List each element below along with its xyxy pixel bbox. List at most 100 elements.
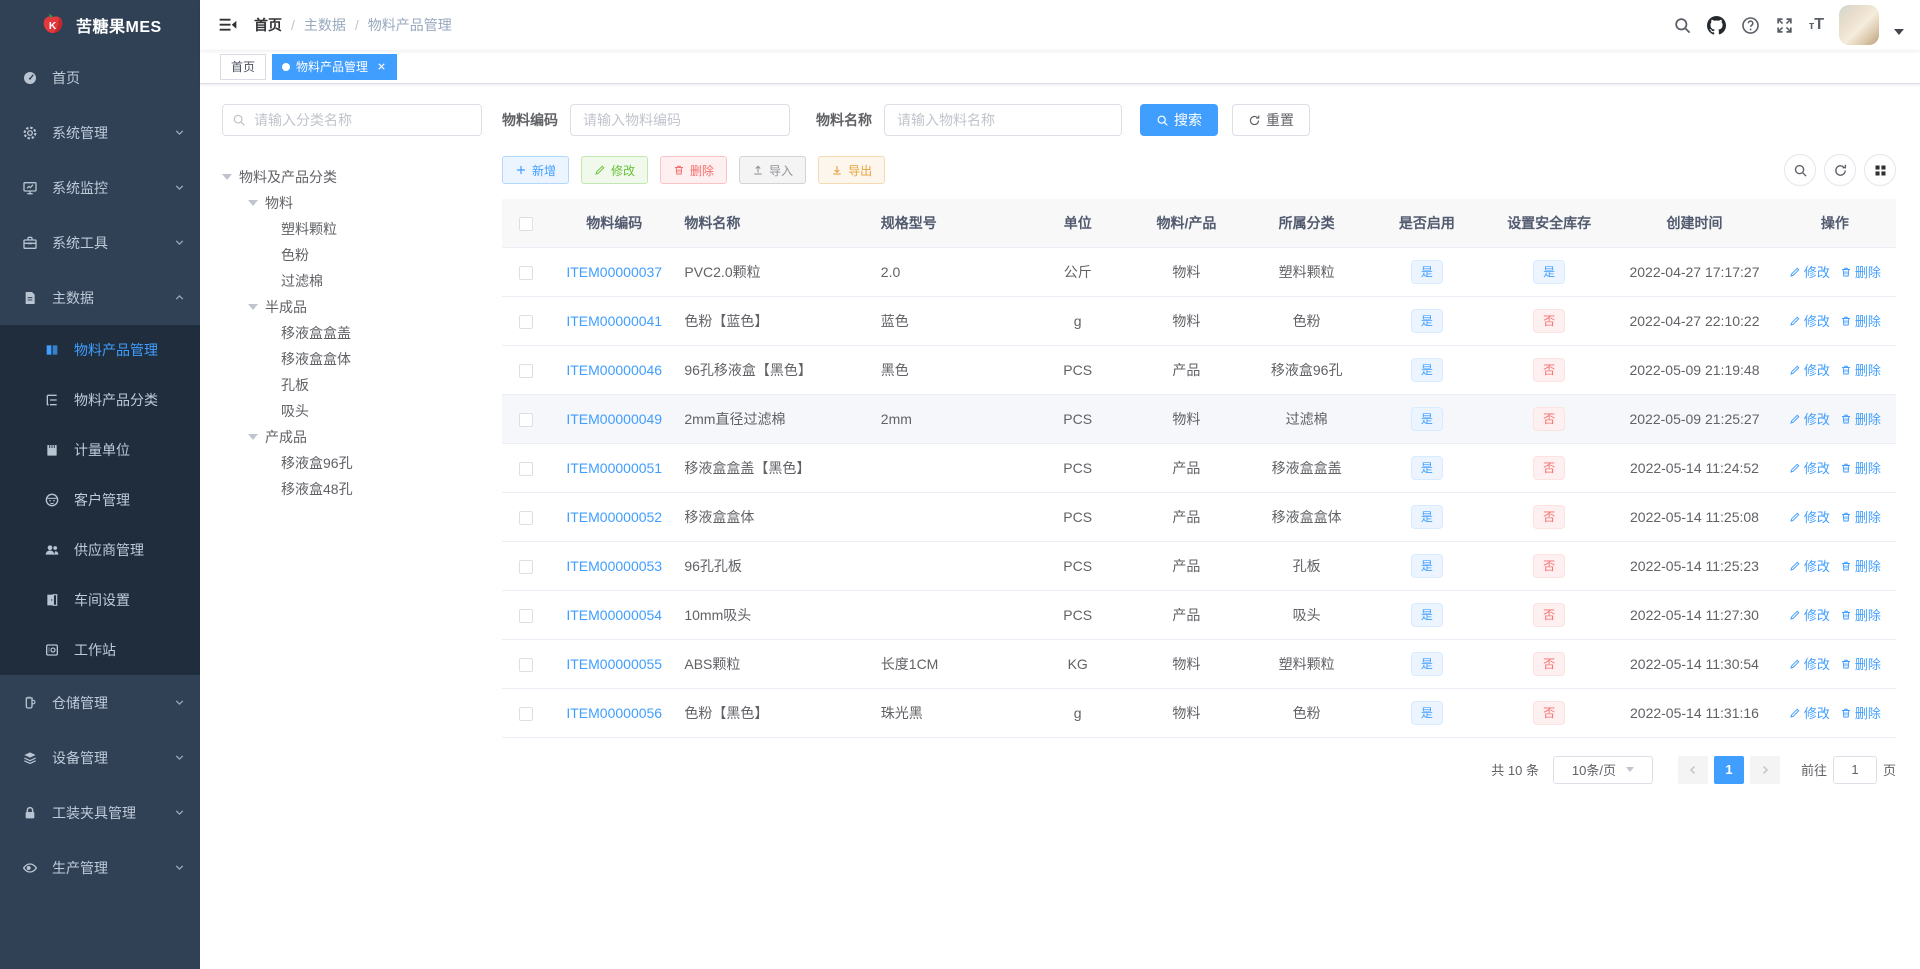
row-edit-link[interactable]: 修改 — [1789, 556, 1830, 575]
user-menu-caret-icon[interactable] — [1894, 29, 1904, 35]
tree-node-leaf[interactable]: 移液盒96孔 — [222, 450, 482, 476]
row-edit-link[interactable]: 修改 — [1789, 654, 1830, 673]
tree-node-leaf[interactable]: 孔板 — [222, 372, 482, 398]
search-button[interactable]: 搜索 — [1140, 104, 1218, 136]
sidebar-item-fixture-management[interactable]: 工装夹具管理 — [0, 785, 200, 840]
add-button[interactable]: 新增 — [502, 156, 570, 184]
row-delete-link[interactable]: 删除 — [1840, 360, 1881, 379]
refresh-table-button[interactable] — [1824, 154, 1856, 186]
row-delete-link[interactable]: 删除 — [1840, 458, 1881, 477]
row-edit-link[interactable]: 修改 — [1789, 311, 1830, 330]
tree-expand-caret-icon[interactable] — [248, 200, 258, 206]
tree-node-group[interactable]: 物料 — [222, 190, 482, 216]
row-checkbox[interactable] — [519, 412, 534, 427]
row-edit-link[interactable]: 修改 — [1789, 262, 1830, 281]
select-all-checkbox[interactable] — [519, 216, 534, 231]
material-code-link[interactable]: ITEM00000053 — [566, 558, 662, 574]
tree-node-group[interactable]: 半成品 — [222, 294, 482, 320]
row-checkbox[interactable] — [519, 363, 534, 378]
row-delete-link[interactable]: 删除 — [1840, 654, 1881, 673]
sidebar-item-customer-management[interactable]: 客户管理 — [0, 475, 200, 525]
sidebar-item-home[interactable]: 首页 — [0, 50, 200, 105]
row-delete-link[interactable]: 删除 — [1840, 703, 1881, 722]
row-delete-link[interactable]: 删除 — [1840, 409, 1881, 428]
material-code-link[interactable]: ITEM00000052 — [566, 509, 662, 525]
row-checkbox[interactable] — [519, 706, 534, 721]
material-code-link[interactable]: ITEM00000054 — [566, 607, 662, 623]
material-code-input[interactable] — [570, 104, 790, 136]
sidebar-item-material-product-management[interactable]: 物料产品管理 — [0, 325, 200, 375]
goto-page-input[interactable] — [1832, 755, 1877, 784]
help-icon[interactable] — [1741, 16, 1760, 35]
tree-node-leaf[interactable]: 吸头 — [222, 398, 482, 424]
tree-node-leaf[interactable]: 过滤棉 — [222, 268, 482, 294]
row-delete-link[interactable]: 删除 — [1840, 556, 1881, 575]
reset-button[interactable]: 重置 — [1232, 104, 1310, 136]
material-code-link[interactable]: ITEM00000037 — [566, 264, 662, 280]
row-edit-link[interactable]: 修改 — [1789, 507, 1830, 526]
hamburger-icon[interactable] — [218, 15, 238, 35]
row-checkbox[interactable] — [519, 510, 534, 525]
tree-node-leaf[interactable]: 移液盒48孔 — [222, 476, 482, 502]
font-size-icon[interactable]: тT — [1809, 17, 1824, 33]
material-code-link[interactable]: ITEM00000056 — [566, 705, 662, 721]
row-checkbox[interactable] — [519, 657, 534, 672]
row-delete-link[interactable]: 删除 — [1840, 262, 1881, 281]
sidebar-item-supplier-management[interactable]: 供应商管理 — [0, 525, 200, 575]
edit-button[interactable]: 修改 — [581, 156, 649, 184]
user-avatar[interactable] — [1839, 5, 1879, 45]
tag-home[interactable]: 首页 — [220, 53, 267, 80]
row-edit-link[interactable]: 修改 — [1789, 703, 1830, 722]
fullscreen-icon[interactable] — [1775, 16, 1794, 35]
tag-close-icon[interactable] — [376, 61, 387, 72]
sidebar-item-equipment-management[interactable]: 设备管理 — [0, 730, 200, 785]
material-code-link[interactable]: ITEM00000055 — [566, 656, 662, 672]
sidebar-item-material-product-category[interactable]: 物料产品分类 — [0, 375, 200, 425]
material-code-link[interactable]: ITEM00000046 — [566, 362, 662, 378]
column-settings-button[interactable] — [1864, 154, 1896, 186]
row-delete-link[interactable]: 删除 — [1840, 507, 1881, 526]
tree-expand-caret-icon[interactable] — [222, 174, 232, 180]
tree-node-leaf[interactable]: 移液盒盒盖 — [222, 320, 482, 346]
sidebar-item-production-management[interactable]: 生产管理 — [0, 840, 200, 895]
sidebar-item-warehouse-management[interactable]: 仓储管理 — [0, 675, 200, 730]
breadcrumb-master-data[interactable]: 主数据 — [304, 15, 346, 35]
import-button[interactable]: 导入 — [739, 156, 807, 184]
tree-node-root[interactable]: 物料及产品分类 — [222, 164, 482, 190]
tree-expand-caret-icon[interactable] — [248, 434, 258, 440]
row-checkbox[interactable] — [519, 461, 534, 476]
delete-button[interactable]: 删除 — [660, 156, 728, 184]
row-edit-link[interactable]: 修改 — [1789, 409, 1830, 428]
row-delete-link[interactable]: 删除 — [1840, 311, 1881, 330]
tag-material-product-management[interactable]: 物料产品管理 — [272, 53, 398, 80]
next-page-button[interactable] — [1749, 755, 1780, 784]
page-size-select[interactable]: 10条/页 — [1552, 755, 1653, 784]
row-checkbox[interactable] — [519, 265, 534, 280]
row-checkbox[interactable] — [519, 314, 534, 329]
sidebar-item-measure-unit[interactable]: 计量单位 — [0, 425, 200, 475]
material-code-link[interactable]: ITEM00000041 — [566, 313, 662, 329]
tree-node-leaf[interactable]: 色粉 — [222, 242, 482, 268]
material-code-link[interactable]: ITEM00000049 — [566, 411, 662, 427]
show-search-button[interactable] — [1784, 154, 1816, 186]
material-name-input[interactable] — [884, 104, 1122, 136]
tree-node-group[interactable]: 产成品 — [222, 424, 482, 450]
row-edit-link[interactable]: 修改 — [1789, 458, 1830, 477]
sidebar-item-workshop-settings[interactable]: 车间设置 — [0, 575, 200, 625]
sidebar-item-system-management[interactable]: 系统管理 — [0, 105, 200, 160]
row-edit-link[interactable]: 修改 — [1789, 360, 1830, 379]
breadcrumb-home[interactable]: 首页 — [254, 15, 282, 35]
sidebar-item-master-data[interactable]: 主数据 — [0, 270, 200, 325]
sidebar-item-system-tools[interactable]: 系统工具 — [0, 215, 200, 270]
row-edit-link[interactable]: 修改 — [1789, 605, 1830, 624]
github-icon[interactable] — [1707, 16, 1726, 35]
row-checkbox[interactable] — [519, 559, 534, 574]
export-button[interactable]: 导出 — [818, 156, 886, 184]
header-search-icon[interactable] — [1673, 16, 1692, 35]
tree-expand-caret-icon[interactable] — [248, 304, 258, 310]
category-search-input[interactable] — [222, 104, 482, 136]
row-delete-link[interactable]: 删除 — [1840, 605, 1881, 624]
page-number-button[interactable]: 1 — [1713, 755, 1744, 784]
material-code-link[interactable]: ITEM00000051 — [566, 460, 662, 476]
sidebar-item-system-monitor[interactable]: 系统监控 — [0, 160, 200, 215]
